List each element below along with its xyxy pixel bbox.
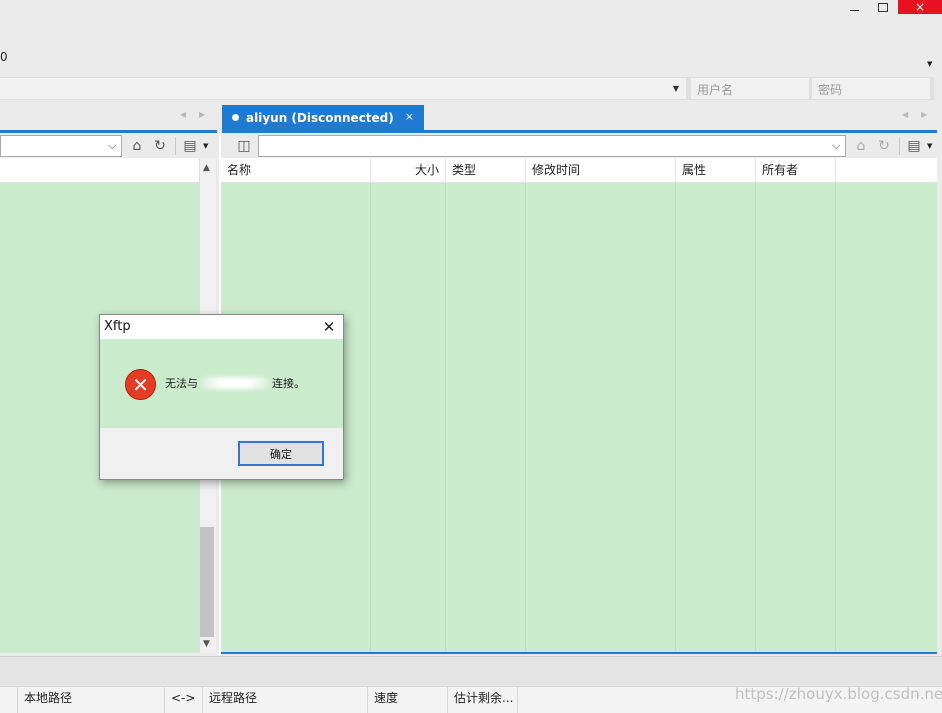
local-refresh-icon[interactable]: ↻	[150, 136, 170, 156]
status-local-path[interactable]: 本地路径	[18, 686, 165, 713]
status-direction[interactable]: <->	[165, 686, 203, 713]
local-path-dropdown-icon[interactable]: ⌵	[108, 139, 116, 153]
password-field[interactable]: 密码	[812, 78, 930, 99]
right-pane-top-border	[222, 130, 937, 133]
error-dialog: Xftp ✕ ✕ 无法与 连接。 确定	[99, 314, 344, 480]
username-field[interactable]: 用户名	[691, 78, 809, 99]
connection-status-icon	[232, 114, 239, 121]
window-close-button[interactable]: ×	[898, 0, 942, 14]
local-parent-folder-icon[interactable]: ⌂	[127, 136, 147, 156]
toolbar-overflow-icon[interactable]: ▼	[927, 60, 932, 68]
column-gridline	[835, 183, 836, 653]
toolbar-separator	[899, 137, 900, 155]
tab-aliyun[interactable]: aliyun (Disconnected) ×	[222, 105, 424, 130]
status-spacer	[0, 686, 18, 713]
remote-tab-scroll-left-icon[interactable]: ◀	[902, 110, 908, 119]
watermark: https://zhouyx.blog.csdn.net	[735, 685, 942, 703]
host-input[interactable]	[0, 78, 686, 99]
tab-close-icon[interactable]: ×	[405, 110, 414, 123]
remote-refresh-icon[interactable]: ↻	[874, 136, 894, 156]
local-file-list-header	[0, 158, 199, 183]
error-icon: ✕	[125, 369, 156, 400]
scrollbar-thumb[interactable]	[200, 527, 214, 637]
message-suffix: 连接。	[272, 377, 305, 390]
column-gridline	[525, 183, 526, 653]
transfer-panel	[0, 656, 942, 685]
status-eta[interactable]: 估计剩余...	[448, 686, 518, 713]
menu-fragment: 0	[0, 50, 8, 64]
column-gridline	[370, 183, 371, 653]
remote-view-icon[interactable]: ▤	[904, 136, 924, 156]
column-owner[interactable]: 所有者	[756, 158, 836, 183]
tab-label: aliyun (Disconnected)	[246, 110, 394, 125]
remote-tab-scroll-right-icon[interactable]: ▶	[921, 110, 927, 119]
column-type[interactable]: 类型	[446, 158, 526, 183]
dialog-close-icon[interactable]: ✕	[318, 317, 340, 337]
maximize-button[interactable]	[870, 0, 896, 14]
local-path-input[interactable]	[0, 135, 122, 157]
message-prefix: 无法与	[165, 377, 198, 390]
toolbar-separator	[175, 137, 176, 155]
column-attributes[interactable]: 属性	[676, 158, 756, 183]
remote-sidebar-toggle-icon[interactable]: ◫	[234, 136, 254, 156]
local-view-icon[interactable]: ▤	[180, 136, 200, 156]
column-gridline	[445, 183, 446, 653]
local-view-dropdown-icon[interactable]: ▼	[203, 142, 208, 150]
ok-button[interactable]: 确定	[238, 441, 324, 466]
column-name[interactable]: 名称	[221, 158, 371, 183]
remote-path-input[interactable]	[258, 135, 846, 157]
scroll-up-icon[interactable]: ▲	[203, 163, 210, 173]
left-pane-top-border	[0, 130, 217, 133]
column-gridline	[755, 183, 756, 653]
status-speed[interactable]: 速度	[368, 686, 448, 713]
scroll-down-icon[interactable]: ▼	[203, 639, 210, 649]
column-gridline	[675, 183, 676, 653]
tab-strip	[0, 104, 942, 130]
remote-parent-folder-icon[interactable]: ⌂	[851, 136, 871, 156]
status-remote-path[interactable]: 远程路径	[203, 686, 368, 713]
remote-view-dropdown-icon[interactable]: ▼	[927, 142, 932, 150]
remote-path-dropdown-icon[interactable]: ⌵	[832, 139, 840, 153]
right-pane-bottom-border	[221, 652, 937, 654]
minimize-button[interactable]	[843, 0, 865, 14]
column-modified[interactable]: 修改时间	[526, 158, 676, 183]
dialog-title: Xftp	[104, 319, 131, 334]
tab-scroll-right-icon[interactable]: ▶	[199, 110, 205, 119]
dialog-titlebar[interactable]	[100, 315, 343, 339]
host-dropdown-icon[interactable]: ▼	[667, 78, 685, 99]
redacted-host	[200, 377, 270, 389]
tab-scroll-left-icon[interactable]: ◀	[180, 110, 186, 119]
column-size[interactable]: 大小	[371, 158, 446, 183]
